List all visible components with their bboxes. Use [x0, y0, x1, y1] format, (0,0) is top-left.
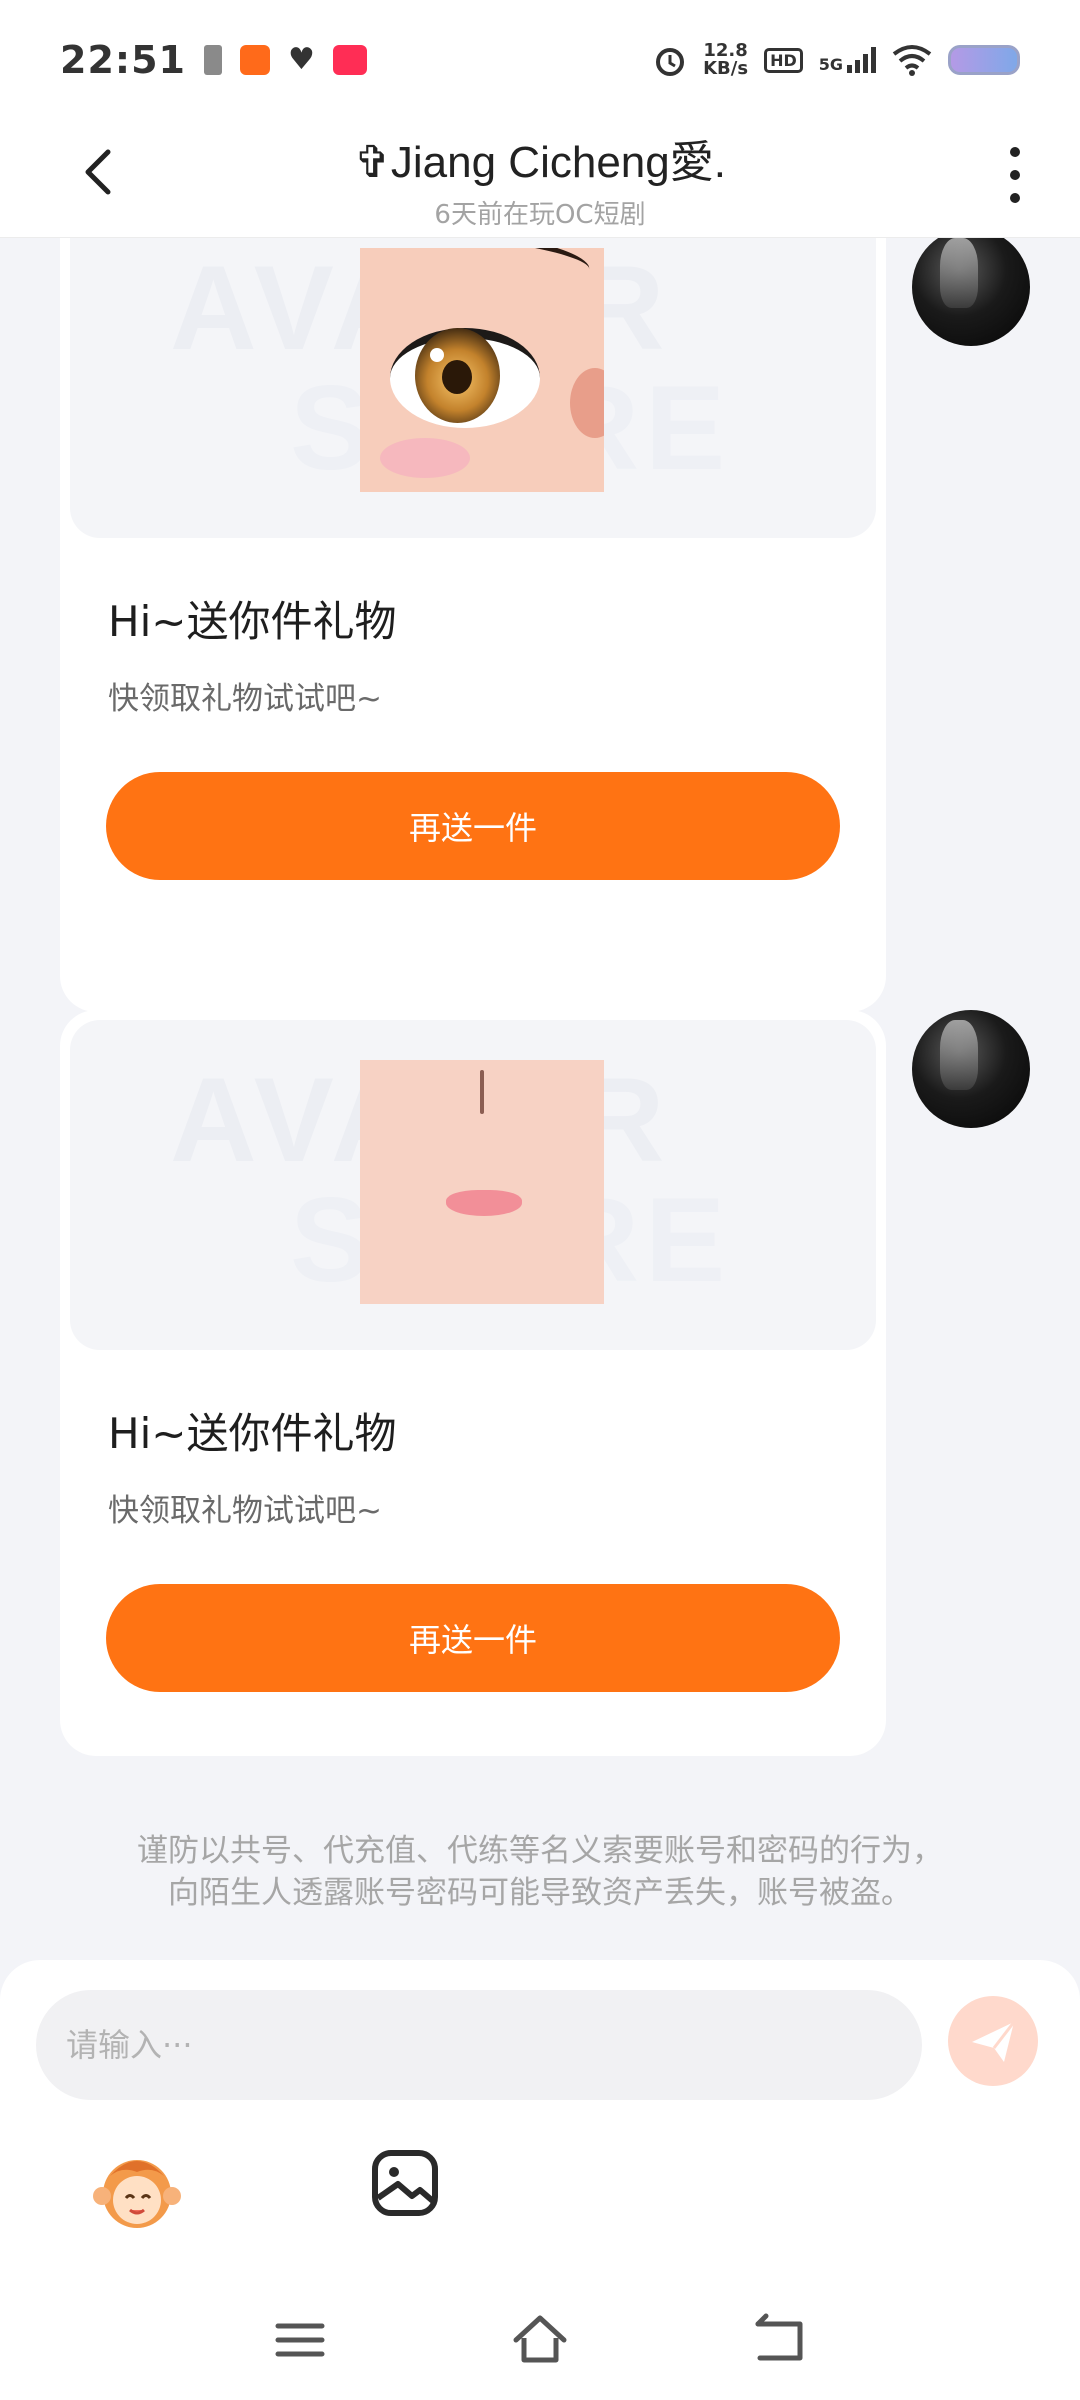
- gift-subtitle: 快领取礼物试试吧~: [108, 1493, 382, 1529]
- gift-image-lips: [360, 1060, 604, 1304]
- home-icon[interactable]: [510, 2310, 570, 2370]
- battery-icon: [948, 45, 1020, 75]
- gift-banner: AVATARSTORE: [70, 238, 876, 538]
- avatar[interactable]: [912, 238, 1030, 346]
- gift-image-eye: [360, 248, 604, 492]
- mascot-emoji-icon[interactable]: [92, 2146, 182, 2236]
- more-vertical-icon[interactable]: [990, 140, 1040, 210]
- heart-icon: ♥: [287, 42, 315, 77]
- chat-messages[interactable]: AVATARSTORE Hi~送你件礼物 快领取礼物试试吧~ 再送一件 AVAT…: [0, 238, 1080, 1958]
- status-right: 12.8 KB/s HD 5G: [653, 42, 1020, 78]
- avatar[interactable]: [912, 1010, 1030, 1128]
- app-notification-icon: [239, 45, 270, 75]
- system-nav-bar: [0, 2290, 1080, 2400]
- status-time: 22:51: [60, 38, 186, 82]
- network-speed-unit: KB/s: [703, 58, 749, 79]
- chat-title: ✞Jiang Cicheng愛.: [354, 138, 726, 187]
- title-block: ✞Jiang Cicheng愛. 6天前在玩OC短剧: [0, 126, 1080, 231]
- chat-header: ✞Jiang Cicheng愛. 6天前在玩OC短剧: [0, 120, 1080, 238]
- send-icon: [972, 2021, 1016, 2062]
- message-input[interactable]: [36, 1990, 922, 2100]
- back-icon[interactable]: [750, 2310, 810, 2370]
- security-notice-line: 向陌生人透露账号密码可能导致资产丢失，账号被盗。: [168, 1875, 912, 1911]
- gift-card: AVATARSTORE Hi~送你件礼物 快领取礼物试试吧~ 再送一件: [60, 238, 886, 1012]
- network-type: 5G: [818, 55, 843, 74]
- security-notice: 谨防以共号、代充值、代练等名义索要账号和密码的行为， 向陌生人透露账号密码可能导…: [0, 1830, 1080, 1914]
- chat-subtitle: 6天前在玩OC短剧: [434, 200, 646, 230]
- send-button[interactable]: [948, 1996, 1038, 2086]
- status-left: 22:51 ♥: [60, 38, 367, 82]
- alarm-icon: [656, 48, 685, 76]
- send-another-gift-button[interactable]: 再送一件: [106, 1584, 840, 1692]
- gift-title: Hi~送你件礼物: [108, 1409, 397, 1458]
- status-bar: 22:51 ♥ 12.8 KB/s HD 5G: [0, 0, 1080, 120]
- send-another-gift-button[interactable]: 再送一件: [106, 772, 840, 880]
- gift-card: AVATARSTORE Hi~送你件礼物 快领取礼物试试吧~ 再送一件: [60, 1010, 886, 1756]
- wifi-icon: [892, 45, 932, 76]
- menu-icon[interactable]: [270, 2310, 330, 2370]
- network-speed: 12.8 KB/s: [703, 42, 748, 78]
- gift-banner: AVATARSTORE: [70, 1020, 876, 1350]
- gift-subtitle: 快领取礼物试试吧~: [108, 681, 382, 717]
- sim-icon: [203, 45, 222, 75]
- cellular-signal: 5G: [819, 47, 876, 73]
- image-icon[interactable]: [370, 2148, 440, 2218]
- app-notification-icon-2: [332, 45, 367, 75]
- security-notice-line: 谨防以共号、代充值、代练等名义索要账号和密码的行为，: [137, 1833, 943, 1869]
- signal-bars-icon: [847, 47, 876, 73]
- gift-title: Hi~送你件礼物: [108, 597, 397, 646]
- hd-badge: HD: [764, 47, 803, 73]
